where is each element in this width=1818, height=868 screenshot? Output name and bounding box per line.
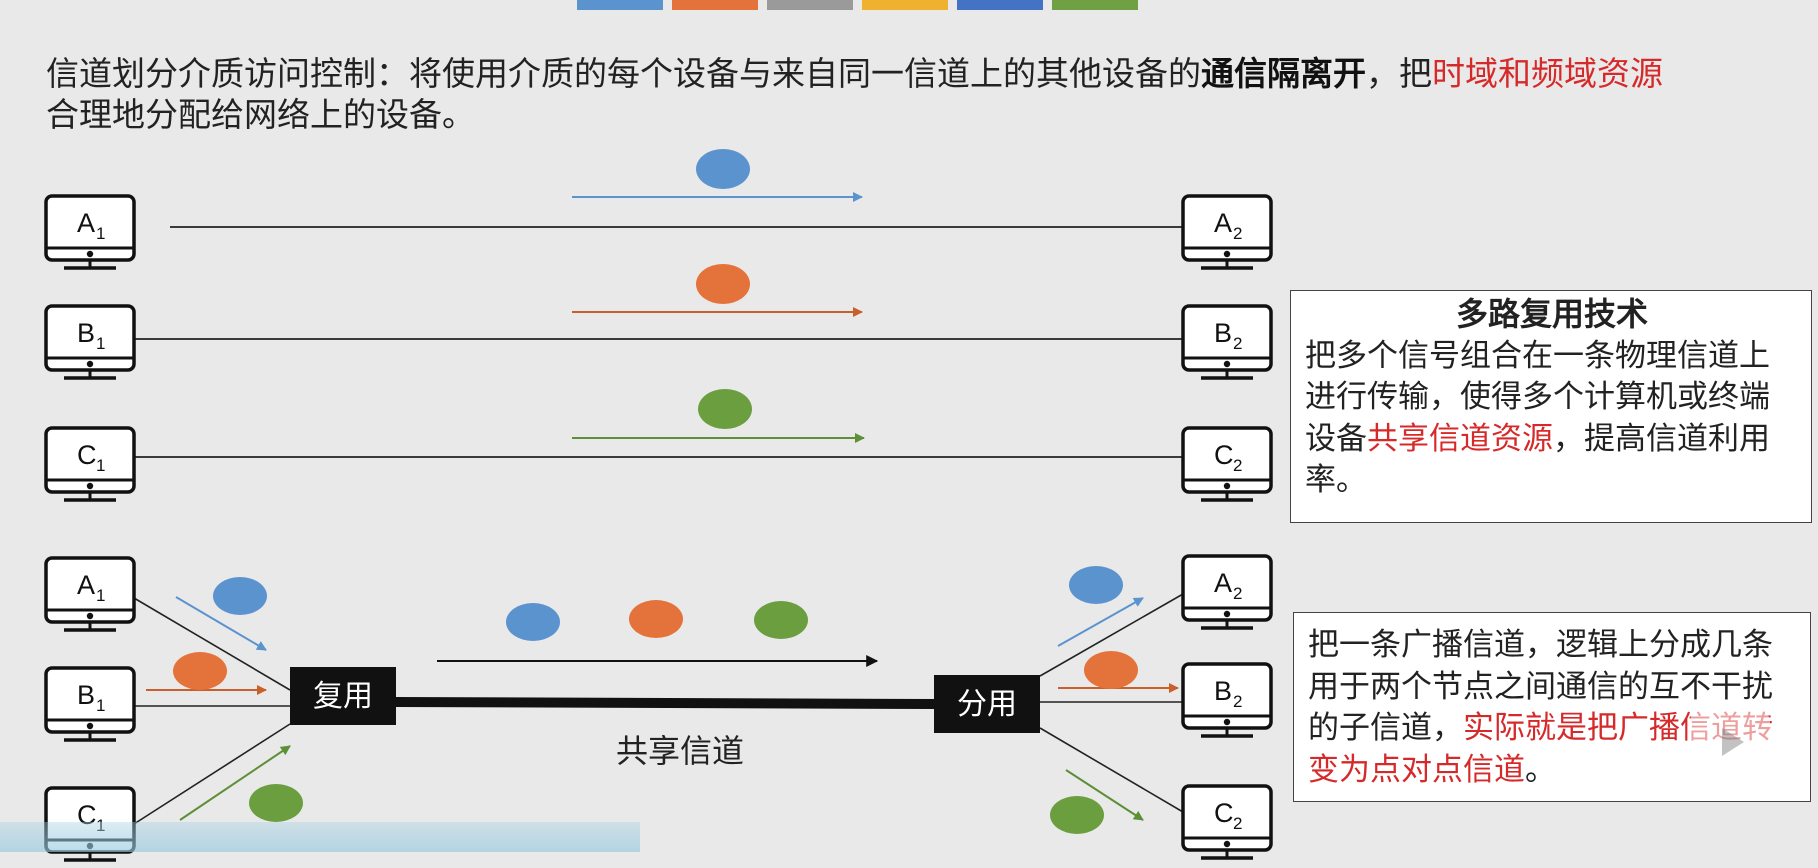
node-letter: B	[77, 318, 95, 348]
signal-dot-blue-top	[696, 149, 750, 189]
demux-block: 分用	[934, 675, 1040, 733]
node-letter: B	[77, 680, 95, 710]
signal-dot-green-top	[698, 389, 752, 429]
node-letter: B	[1214, 676, 1232, 706]
shared-dot-orange	[629, 600, 683, 638]
node-letter: A	[77, 208, 95, 238]
bottom-node-a2: A 2	[1181, 554, 1273, 630]
mux-dot-blue	[213, 577, 267, 615]
node-subscript: 2	[1233, 692, 1242, 711]
demux-dot-green	[1050, 796, 1104, 834]
node-letter: B	[1214, 318, 1232, 348]
top-node-a2: A 2	[1181, 194, 1273, 270]
mux-label: 复用	[313, 679, 373, 714]
node-letter: A	[77, 570, 95, 600]
shared-channel-label: 共享信道	[616, 732, 744, 770]
node-subscript: 2	[1233, 456, 1242, 475]
shared-channel-line	[395, 697, 937, 709]
node-letter: C	[1214, 440, 1234, 470]
top-node-b2: B 2	[1181, 304, 1273, 380]
demux-label: 分用	[957, 687, 1017, 722]
top-node-a1: A 1	[44, 194, 136, 270]
multiplex-box-body: 把多个信号组合在一条物理信道上进行传输，使得多个计算机或终端设备共享信道资源，提…	[1305, 336, 1799, 502]
logic-text2: 。	[1525, 751, 1556, 788]
node-letter: A	[1214, 568, 1232, 598]
node-subscript: 1	[96, 334, 105, 353]
node-subscript: 2	[1233, 584, 1242, 603]
shared-dot-green	[754, 601, 808, 639]
node-subscript: 1	[96, 224, 105, 243]
mux-block: 复用	[290, 667, 396, 725]
node-subscript: 2	[1233, 224, 1242, 243]
multiplex-info-box: 多路复用技术 把多个信号组合在一条物理信道上进行传输，使得多个计算机或终端设备共…	[1290, 290, 1812, 523]
mux-dot-green	[249, 784, 303, 822]
multiplex-box-title: 多路复用技术	[1455, 295, 1648, 333]
play-icon[interactable]	[1690, 708, 1770, 776]
bottom-node-b1: B 1	[44, 666, 136, 742]
node-subscript: 1	[96, 586, 105, 605]
node-letter: C	[77, 440, 97, 470]
signal-dot-orange-top	[696, 264, 750, 304]
node-subscript: 2	[1233, 334, 1242, 353]
shared-dot-blue	[506, 603, 560, 641]
node-subscript: 1	[96, 456, 105, 475]
bottom-node-a1: A 1	[44, 556, 136, 632]
node-subscript: 2	[1233, 814, 1242, 833]
top-node-b1: B 1	[44, 304, 136, 380]
top-node-c2: C 2	[1181, 426, 1273, 502]
top-node-c1: C 1	[44, 426, 136, 502]
bottom-node-c2: C 2	[1181, 784, 1273, 860]
node-letter: A	[1214, 208, 1232, 238]
video-progress-overlay	[0, 822, 640, 852]
node-subscript: 1	[96, 696, 105, 715]
node-letter: C	[1214, 798, 1234, 828]
multiplex-red-text: 共享信道资源	[1367, 420, 1553, 457]
demux-dot-blue	[1069, 566, 1123, 604]
bottom-node-b2: B 2	[1181, 662, 1273, 738]
demux-dot-orange	[1084, 651, 1138, 689]
mux-dot-orange	[173, 652, 227, 690]
demux-arrow-blue	[1057, 597, 1144, 647]
